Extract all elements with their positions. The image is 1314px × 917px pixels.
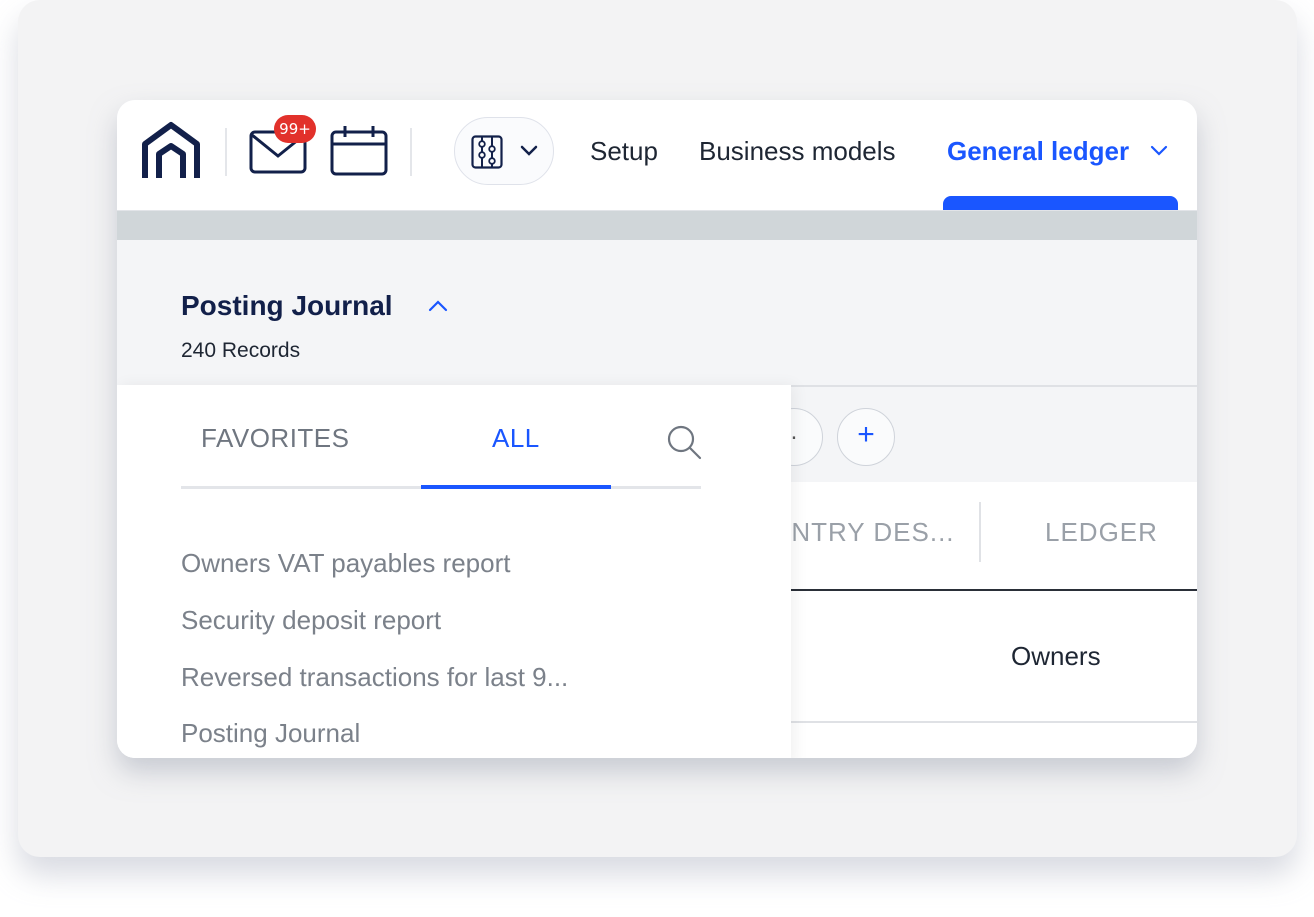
report-item-posting-journal[interactable]: Posting Journal [181, 718, 360, 749]
tab-favorites[interactable]: FAVORITES [201, 423, 350, 454]
abacus-icon [471, 135, 503, 169]
separator [410, 128, 412, 176]
chevron-down-icon[interactable] [1149, 144, 1169, 158]
add-button[interactable]: + [837, 408, 895, 466]
notification-badge: 99+ [274, 115, 316, 143]
calendar-icon[interactable] [330, 124, 388, 176]
report-selector-dropdown: FAVORITES ALL Owners VAT payables report… [117, 385, 791, 758]
active-tab-indicator [421, 485, 611, 489]
column-header-ledger[interactable]: LEDGER [1045, 517, 1158, 548]
separator [225, 128, 227, 176]
home-logo-icon[interactable] [139, 120, 203, 182]
report-item-reversed-transactions[interactable]: Reversed transactions for last 9... [181, 662, 568, 693]
column-separator[interactable] [979, 502, 981, 562]
report-item-security-deposit[interactable]: Security deposit report [181, 605, 441, 636]
chevron-down-icon [520, 145, 538, 156]
search-icon[interactable] [665, 423, 703, 461]
chevron-up-icon[interactable] [427, 299, 449, 313]
page-title: Posting Journal [181, 290, 393, 321]
top-navigation-bar: 99+ Setup Business models General ledger [117, 100, 1197, 211]
column-header-entry-description[interactable]: ENTRY DES... [773, 517, 955, 548]
app-window: 99+ Setup Business models General ledger… [117, 100, 1197, 758]
subheader-strip [117, 211, 1197, 240]
nav-setup[interactable]: Setup [590, 136, 658, 167]
report-item-owners-vat[interactable]: Owners VAT payables report [181, 548, 510, 579]
nav-general-ledger[interactable]: General ledger [947, 136, 1129, 167]
record-count: 240 Records [181, 339, 301, 362]
app-switcher-button[interactable] [454, 117, 554, 185]
nav-business-models[interactable]: Business models [699, 136, 896, 167]
active-nav-indicator [943, 196, 1178, 210]
tab-all[interactable]: ALL [492, 423, 540, 454]
ledger-cell: Owners [1011, 641, 1101, 671]
